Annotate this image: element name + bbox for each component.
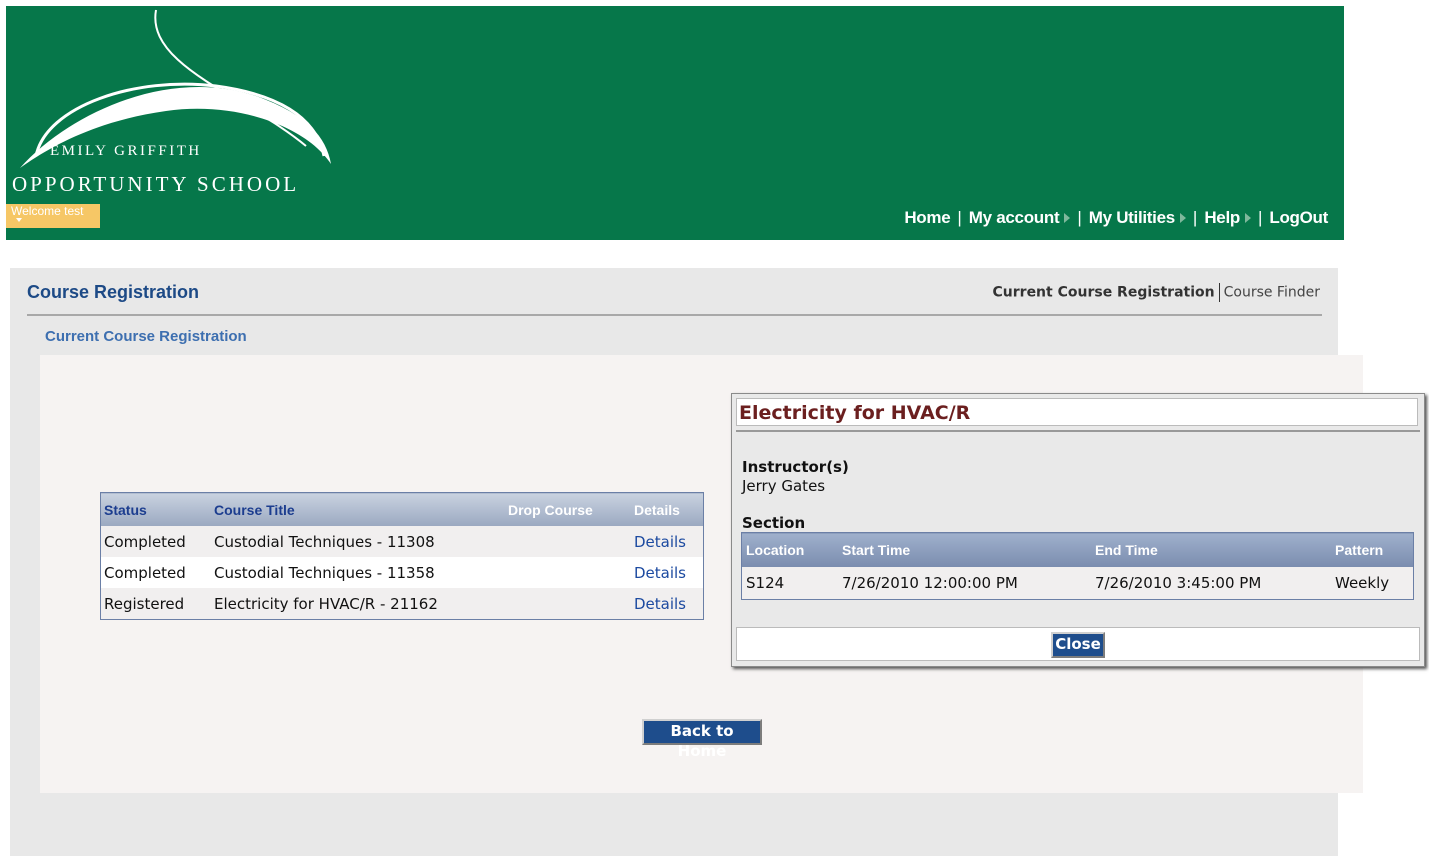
- back-to-home-button[interactable]: Back to Home: [642, 719, 762, 760]
- end-time-cell: 7/26/2010 3:45:00 PM: [1095, 574, 1262, 592]
- nav-help[interactable]: Help: [1204, 208, 1251, 228]
- dialog-footer: Close: [736, 627, 1420, 661]
- drop-course-cell: [505, 588, 631, 620]
- site-header: EMILY GRIFFITH OPPORTUNITY SCHOOL Welcom…: [6, 6, 1344, 240]
- status-cell: Completed: [104, 532, 186, 551]
- nav-separator: |: [1257, 208, 1263, 227]
- nav-home-label: Home: [904, 208, 951, 227]
- column-header-status[interactable]: Status: [100, 492, 211, 526]
- drop-course-cell: [505, 526, 631, 557]
- section-label: Section: [742, 514, 806, 532]
- nav-separator: |: [1192, 208, 1198, 227]
- course-details-dialog: Electricity for HVAC/R Instructor(s) Jer…: [731, 393, 1425, 667]
- start-time-cell: 7/26/2010 12:00:00 PM: [842, 574, 1018, 592]
- dialog-title: Electricity for HVAC/R: [736, 398, 1418, 426]
- nav-my-utilities-label: My Utilities: [1088, 208, 1175, 227]
- table-row: Completed Custodial Techniques - 11308 D…: [101, 526, 704, 557]
- nav-separator: |: [1077, 208, 1082, 227]
- page-title: Course Registration: [27, 282, 200, 302]
- top-navigation: Home | My account | My Utilities | Help …: [904, 208, 1328, 228]
- nav-help-label: Help: [1204, 208, 1240, 227]
- column-header-details: Details: [631, 492, 704, 526]
- nav-logout[interactable]: LogOut: [1269, 208, 1328, 228]
- nav-my-account-label: My account: [968, 208, 1060, 227]
- status-cell: Completed: [100, 557, 211, 588]
- details-link[interactable]: Details: [631, 588, 704, 620]
- instructor-label: Instructor(s): [742, 458, 849, 476]
- course-title-cell: Electricity for HVAC/R - 21162: [214, 594, 438, 613]
- welcome-text: Welcome test: [11, 204, 84, 218]
- table-row: Completed Custodial Techniques - 11358 D…: [100, 557, 704, 588]
- table-row: S124 7/26/2010 12:00:00 PM 7/26/2010 3:4…: [742, 567, 1414, 600]
- column-header-start-time: Start Time: [838, 532, 1091, 567]
- nav-logout-label: LogOut: [1269, 208, 1328, 227]
- column-header-drop-course: Drop Course: [505, 492, 631, 526]
- submenu-arrow-icon: [1179, 213, 1186, 223]
- nav-my-utilities[interactable]: My Utilities: [1089, 208, 1186, 228]
- section-title: Current Course Registration: [45, 328, 247, 345]
- table-header-row: Status Course Title Drop Course Details: [100, 492, 704, 526]
- nav-separator: |: [957, 208, 962, 227]
- course-title-cell: Custodial Techniques - 11358: [211, 557, 505, 588]
- welcome-menu[interactable]: Welcome test: [6, 204, 100, 228]
- logo-text-line2: OPPORTUNITY SCHOOL: [12, 172, 300, 196]
- drop-course-cell: [505, 557, 631, 588]
- status-cell: Registered: [104, 594, 185, 613]
- close-button[interactable]: Close: [1051, 632, 1105, 658]
- sub-navigation: Current Course Registration Course Finder: [993, 283, 1320, 302]
- section-header-row: Location Start Time End Time Pattern: [741, 532, 1414, 567]
- school-logo[interactable]: EMILY GRIFFITH OPPORTUNITY SCHOOL: [6, 6, 336, 206]
- nav-home[interactable]: Home: [904, 208, 950, 228]
- caret-down-icon: [16, 218, 22, 222]
- course-title-cell: Custodial Techniques - 11308: [214, 532, 435, 551]
- location-cell: S124: [746, 574, 785, 592]
- course-table: Status Course Title Drop Course Details …: [100, 492, 704, 620]
- nav-my-account[interactable]: My account: [969, 208, 1071, 228]
- title-divider: [27, 314, 1322, 316]
- section-table: Location Start Time End Time Pattern S12…: [741, 532, 1414, 600]
- column-header-location: Location: [741, 532, 838, 567]
- subnav-course-finder[interactable]: Course Finder: [1224, 285, 1320, 301]
- column-header-pattern: Pattern: [1331, 532, 1414, 567]
- instructor-name: Jerry Gates: [742, 477, 826, 495]
- subnav-divider: [1218, 283, 1220, 302]
- submenu-arrow-icon: [1064, 213, 1071, 223]
- pattern-cell: Weekly: [1335, 574, 1390, 592]
- subnav-current-registration[interactable]: Current Course Registration: [993, 285, 1215, 301]
- table-row: Registered Electricity for HVAC/R - 2116…: [101, 588, 704, 620]
- details-link[interactable]: Details: [631, 526, 704, 557]
- logo-text-line1: EMILY GRIFFITH: [50, 143, 202, 159]
- column-header-course-title[interactable]: Course Title: [211, 492, 505, 526]
- column-header-end-time: End Time: [1091, 532, 1331, 567]
- details-link[interactable]: Details: [631, 557, 704, 588]
- submenu-arrow-icon: [1244, 213, 1251, 223]
- dialog-divider: [736, 430, 1420, 432]
